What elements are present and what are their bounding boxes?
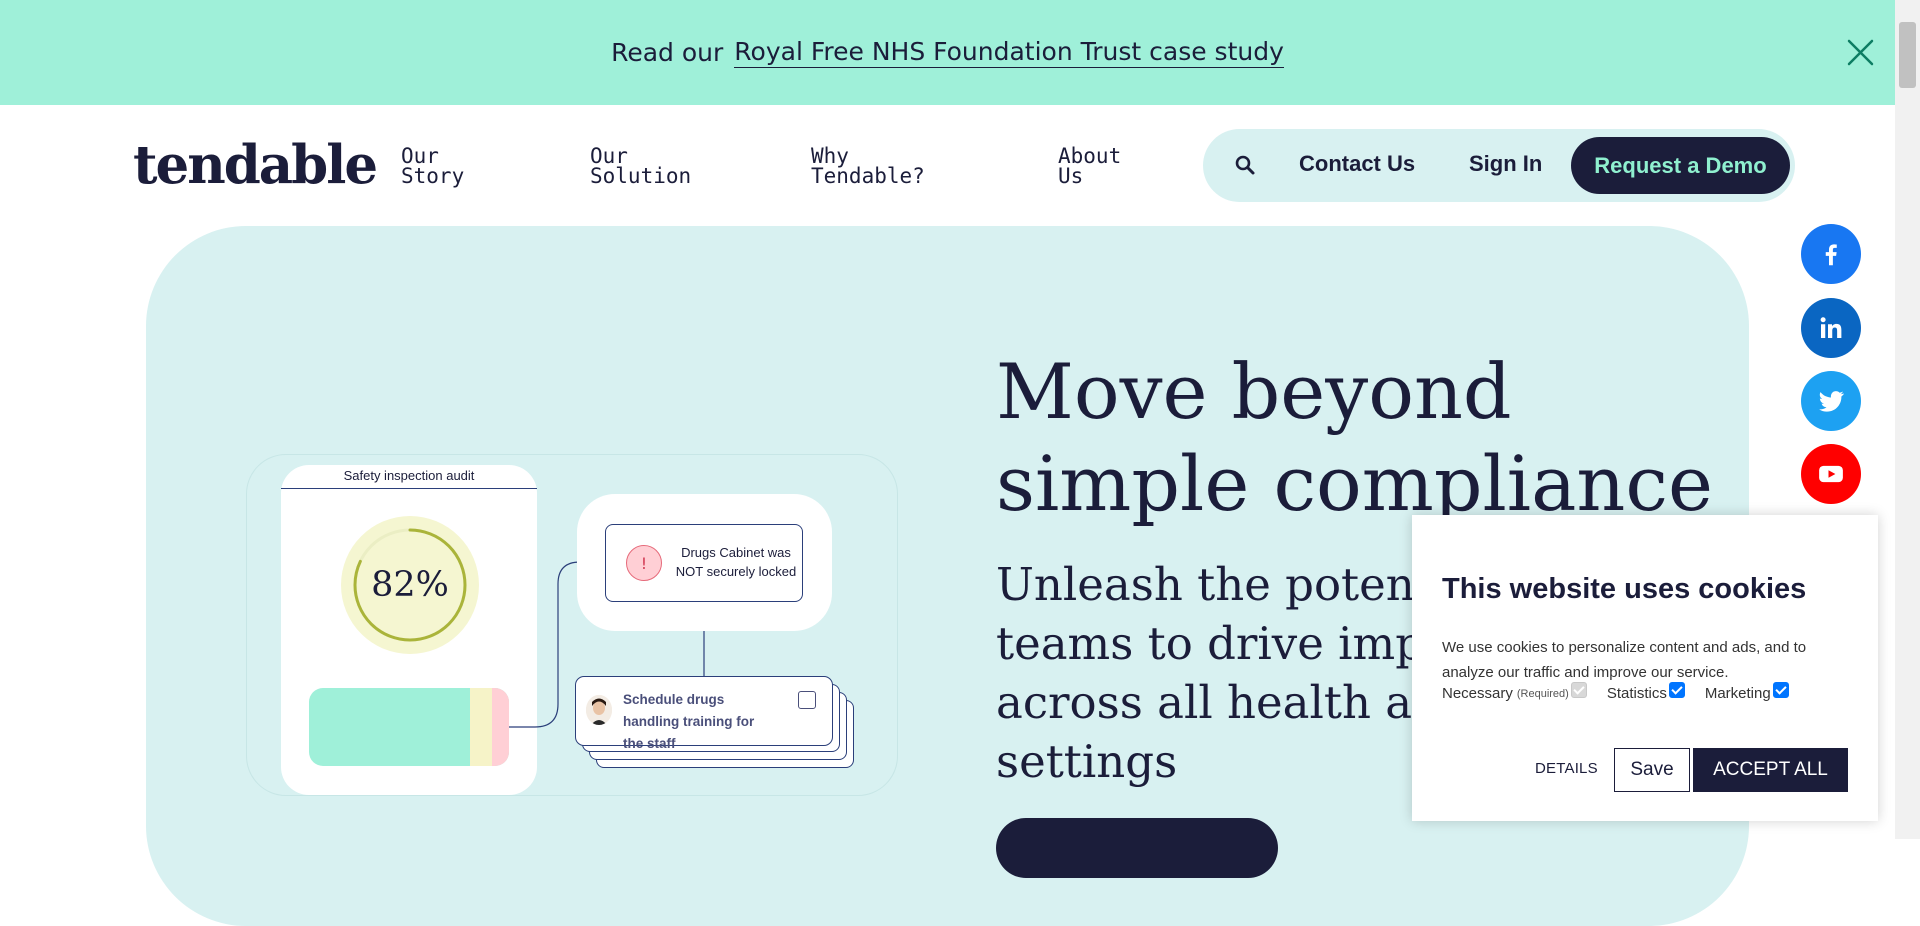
alert-card: ! Drugs Cabinet was NOT securely locked bbox=[577, 494, 832, 631]
score-bar-segment bbox=[492, 688, 509, 766]
nav-label-line: Us bbox=[1058, 164, 1084, 188]
score-bar bbox=[309, 688, 509, 766]
nav-label-line: Solution bbox=[590, 164, 692, 188]
avatar bbox=[586, 695, 612, 725]
nav-label-line: Our bbox=[590, 144, 628, 168]
audit-card-title: Safety inspection audit bbox=[343, 468, 475, 483]
details-link[interactable]: DETAILS bbox=[1535, 760, 1598, 777]
twitter-icon[interactable] bbox=[1801, 371, 1861, 431]
page-scrollbar[interactable] bbox=[1895, 0, 1920, 839]
divider bbox=[281, 488, 537, 489]
nav-our-solution[interactable]: Our Solution bbox=[590, 144, 692, 188]
warning-icon: ! bbox=[626, 545, 662, 581]
nav-our-story[interactable]: Our Story bbox=[401, 144, 465, 188]
hero-cta-button[interactable] bbox=[996, 818, 1278, 878]
required-label: (Required) bbox=[1516, 687, 1569, 700]
necessary-label: Necessary bbox=[1442, 685, 1513, 702]
hero-title: Move beyond simple compliance bbox=[996, 346, 1713, 530]
hero-title-line: Move beyond bbox=[996, 347, 1512, 436]
statistics-label: Statistics bbox=[1606, 685, 1667, 702]
nav-label-line: Why bbox=[811, 144, 849, 168]
search-icon[interactable] bbox=[1233, 153, 1257, 177]
tendable-logo[interactable]: tendable bbox=[133, 133, 378, 197]
nav-label-line: About bbox=[1058, 144, 1122, 168]
score-percentage: 82% bbox=[371, 565, 449, 605]
nav-label-line: Our bbox=[401, 144, 439, 168]
youtube-icon[interactable] bbox=[1801, 444, 1861, 504]
case-study-link[interactable]: Royal Free NHS Foundation Trust case stu… bbox=[734, 37, 1284, 68]
header-actions: Contact Us Sign In Request a Demo bbox=[1203, 129, 1795, 202]
task-card: Schedule drugs handling training for the… bbox=[575, 676, 833, 751]
announcement-banner: Read our Royal Free NHS Foundation Trust… bbox=[0, 0, 1895, 105]
sign-in-link[interactable]: Sign In bbox=[1469, 151, 1542, 177]
cookie-title: This website uses cookies bbox=[1442, 573, 1807, 605]
nav-about-us[interactable]: About Us bbox=[1058, 144, 1122, 188]
nav-label-line: Tendable? bbox=[811, 164, 925, 188]
marketing-checkbox[interactable] bbox=[1772, 681, 1789, 698]
statistics-checkbox[interactable] bbox=[1668, 681, 1685, 698]
necessary-checkbox bbox=[1570, 681, 1587, 698]
alert-text: Drugs Cabinet was NOT securely locked bbox=[675, 545, 797, 579]
nav-label-line: Story bbox=[401, 164, 465, 188]
task-text: Schedule drugs handling training for the… bbox=[623, 692, 755, 751]
audit-card: Safety inspection audit 82% bbox=[281, 465, 537, 795]
alert-item: ! Drugs Cabinet was NOT securely locked bbox=[605, 524, 803, 602]
cookie-consent-panel: This website uses cookies We use cookies… bbox=[1412, 515, 1878, 821]
facebook-icon[interactable] bbox=[1801, 224, 1861, 284]
cookie-description: We use cookies to personalize content an… bbox=[1442, 639, 1807, 681]
task-checkbox bbox=[798, 691, 816, 709]
request-demo-button[interactable]: Request a Demo bbox=[1571, 137, 1790, 194]
marketing-label: Marketing bbox=[1704, 685, 1771, 702]
nav-why-tendable[interactable]: Why Tendable? bbox=[811, 144, 925, 188]
cookie-options: Necessary (Required) Statistics Marketin… bbox=[1442, 681, 1789, 702]
contact-us-link[interactable]: Contact Us bbox=[1299, 151, 1415, 177]
accept-all-button[interactable]: ACCEPT ALL bbox=[1693, 748, 1848, 792]
close-icon[interactable] bbox=[1844, 36, 1877, 69]
linkedin-icon[interactable] bbox=[1801, 298, 1861, 358]
banner-lead-text: Read our bbox=[611, 38, 724, 67]
scrollbar-thumb[interactable] bbox=[1899, 22, 1916, 88]
score-bar-segment bbox=[470, 688, 492, 766]
save-button[interactable]: Save bbox=[1614, 748, 1690, 792]
